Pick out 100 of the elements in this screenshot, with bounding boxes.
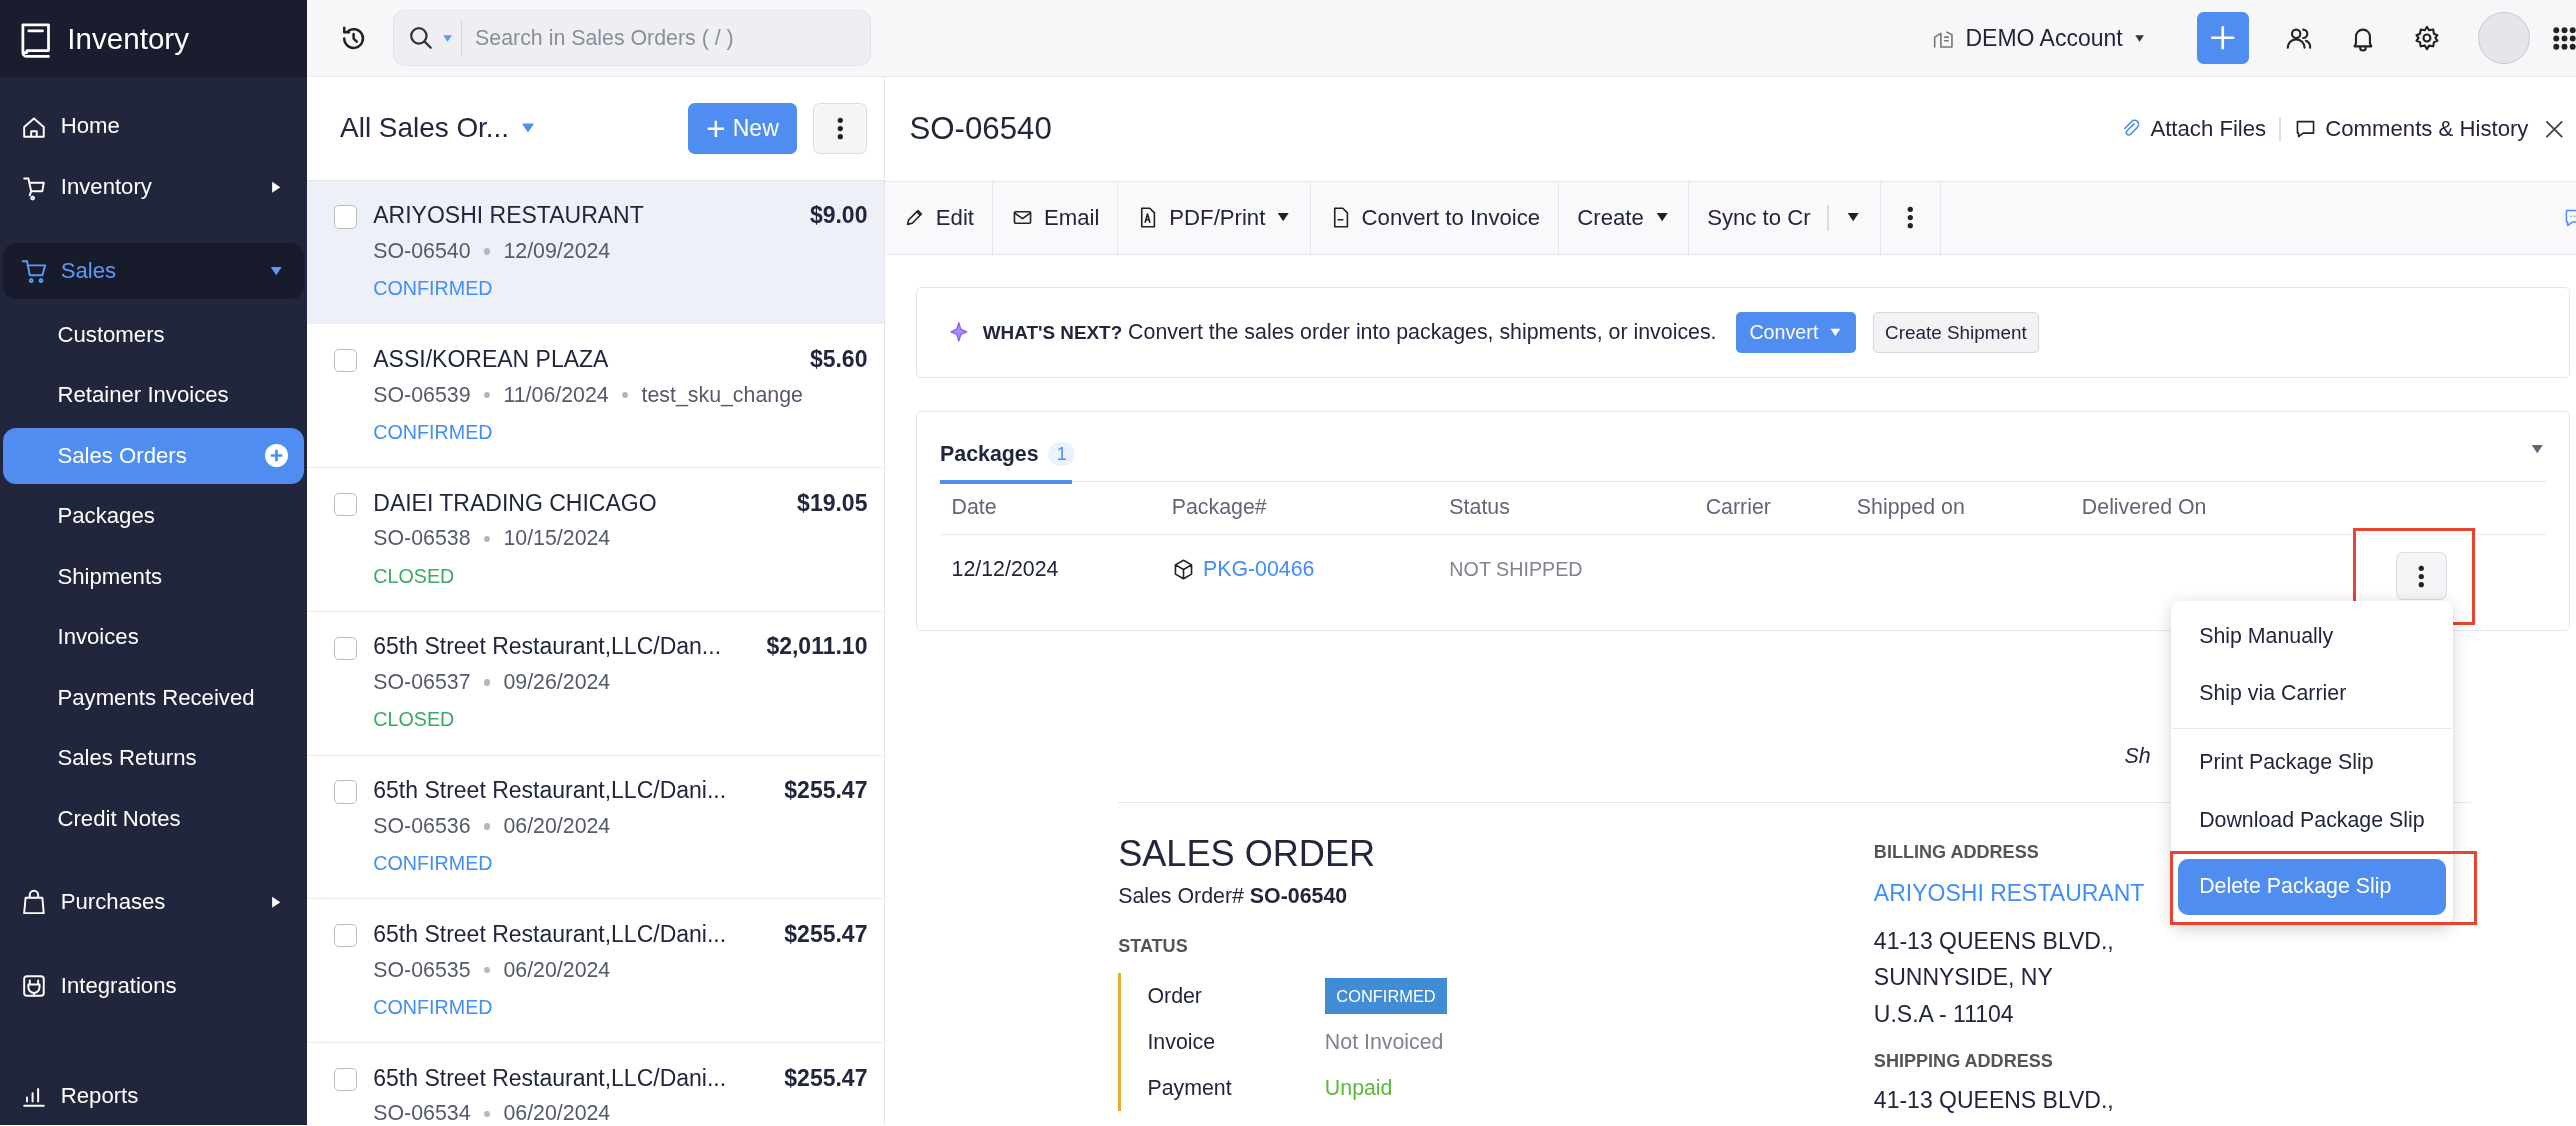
- account-switcher[interactable]: DEMO Account: [1965, 24, 2123, 52]
- order-amount: $255.47: [784, 920, 868, 948]
- order-row[interactable]: 65th Street Restaurant,LLC/Dani... $255.47 SO-06534 06/20/2024: [307, 1043, 884, 1126]
- plus-circle-icon: [264, 444, 288, 468]
- checkbox[interactable]: [333, 492, 357, 517]
- order-status: CONFIRMED: [373, 420, 494, 444]
- nav-item[interactable]: Home: [3, 98, 304, 155]
- order-status: CLOSED: [373, 708, 456, 732]
- status-value: Not Invoiced: [1324, 1029, 1444, 1055]
- column-header: Package#: [1171, 495, 1268, 521]
- order-date: 10/15/2024: [503, 526, 611, 552]
- order-row[interactable]: ASSI/KOREAN PLAZA $5.60 SO-06539 11/06/2024 test_sku_change CONFIRMED: [307, 324, 884, 469]
- nav-item[interactable]: Retainer Invoices: [3, 367, 304, 424]
- more-button[interactable]: [813, 103, 868, 154]
- order-number: SO-06539: [373, 382, 471, 408]
- order-number-line: Sales Order# SO-06540: [1118, 884, 1349, 910]
- nav-item[interactable]: Reports: [3, 1067, 304, 1124]
- order-row[interactable]: 65th Street Restaurant,LLC/Dani... $255.47 SO-06536 06/20/2024 CONFIRMED: [307, 755, 884, 900]
- checkbox[interactable]: [333, 1067, 357, 1092]
- column-header: Carrier: [1705, 495, 1772, 521]
- order-number: SO-06538: [373, 526, 471, 552]
- more-icon: [837, 116, 844, 140]
- nav-item[interactable]: Purchases: [3, 874, 304, 930]
- menu-item[interactable]: Ship Manually: [2177, 607, 2446, 666]
- order-row[interactable]: ARIYOSHI RESTAURANT $9.00 SO-06540 12/09/2024 CONFIRMED: [307, 180, 884, 325]
- address-line: 41-13 QUEENS BLVD.,: [1873, 927, 2115, 957]
- toolbar-button[interactable]: Convert to Invoice: [1310, 181, 1560, 254]
- order-title: SO-06540: [909, 110, 1053, 147]
- order-date: 06/20/2024: [503, 813, 611, 839]
- whats-next-text: WHAT'S NEXT? Convert the sales order into packages, shipments, or invoices.: [982, 320, 1717, 346]
- row-menu-button[interactable]: [2396, 552, 2447, 601]
- customer-name: 65th Street Restaurant,LLC/Dani...: [373, 1064, 727, 1092]
- order-date: 06/20/2024: [503, 1101, 611, 1126]
- app-title: Inventory: [67, 21, 189, 56]
- comments-history-link[interactable]: Comments & History: [2280, 115, 2542, 142]
- order-status: CONFIRMED: [373, 995, 494, 1019]
- nav-item[interactable]: Credit Notes: [3, 790, 304, 847]
- checkbox[interactable]: [333, 924, 357, 948]
- nav-item[interactable]: Shipments: [3, 548, 304, 605]
- nav-item[interactable]: Payments Received: [3, 669, 304, 726]
- order-row[interactable]: DAIEI TRADING CHICAGO $19.05 SO-06538 10/15/2024 CLOSED: [307, 468, 884, 612]
- attach-files-link[interactable]: Attach Files: [2106, 115, 2280, 142]
- nav-item[interactable]: Invoices: [3, 609, 304, 666]
- order-row[interactable]: 65th Street Restaurant,LLC/Dani... $255.47 SO-06535 06/20/2024 CONFIRMED: [307, 899, 884, 1044]
- address-line: SUNNYSIDE, NY: [1873, 963, 2054, 993]
- customer-name: 65th Street Restaurant,LLC/Dan...: [373, 633, 722, 661]
- order-amount: $255.47: [784, 1064, 868, 1092]
- order-status: CONFIRMED: [373, 277, 494, 300]
- package-status: NOT SHIPPED: [1449, 558, 1584, 582]
- status-label: Invoice: [1147, 1028, 1217, 1056]
- order-number: SO-06535: [373, 957, 471, 983]
- customer-name: 65th Street Restaurant,LLC/Dani...: [373, 920, 727, 948]
- order-number: SO-06536: [373, 813, 471, 839]
- menu-item[interactable]: Ship via Carrier: [2177, 665, 2446, 723]
- nav-item[interactable]: Sales Returns: [3, 730, 304, 787]
- nav-item[interactable]: Packages: [3, 488, 304, 545]
- order-status: CLOSED: [373, 564, 456, 588]
- nav-item[interactable]: Integrations: [3, 957, 304, 1014]
- apps-grid-icon[interactable]: [2553, 26, 2576, 50]
- status-value: Unpaid: [1324, 1075, 1393, 1101]
- section-heading: SHIPPING ADDRESS: [1873, 1051, 2054, 1073]
- create-shipment-button[interactable]: Create Shipment: [1872, 312, 2040, 354]
- order-number: SO-06540: [373, 238, 471, 264]
- checkbox[interactable]: [333, 349, 357, 373]
- checkbox[interactable]: [333, 205, 357, 229]
- toolbar-button[interactable]: PDF/Print: [1118, 181, 1311, 254]
- search-field[interactable]: Search in Sales Orders ( / ): [392, 10, 871, 66]
- checkbox[interactable]: [333, 780, 357, 804]
- nav-item[interactable]: Customers: [3, 307, 304, 363]
- list-title[interactable]: All Sales Or...: [340, 112, 510, 145]
- address-line: 41-13 QUEENS BLVD.,: [1873, 1086, 2115, 1116]
- toolbar-button[interactable]: Create: [1559, 181, 1690, 254]
- order-reference: test_sku_change: [641, 382, 803, 408]
- table-cell-text: 12/12/2024: [951, 557, 1060, 583]
- toolbar-button[interactable]: Edit: [884, 181, 994, 254]
- address-line: U.S.A - 11104: [1873, 999, 2015, 1029]
- status-label: Payment: [1147, 1074, 1233, 1102]
- nav-item[interactable]: Inventory: [3, 159, 304, 216]
- order-amount: $5.60: [809, 345, 868, 373]
- section-heading: BILLING ADDRESS: [1873, 842, 2040, 864]
- packages-tab[interactable]: Packages 1: [940, 441, 1072, 484]
- customer-name: ARIYOSHI RESTAURANT: [373, 202, 644, 230]
- checkbox[interactable]: [333, 636, 357, 660]
- order-number: SO-06534: [373, 1101, 471, 1126]
- nav-item[interactable]: Sales: [3, 243, 304, 299]
- status-value: CONFIRMED: [1324, 978, 1448, 1014]
- menu-item[interactable]: Print Package Slip: [2177, 734, 2446, 792]
- document-title: SALES ORDER: [1118, 832, 1377, 875]
- status-label: Order: [1147, 982, 1203, 1010]
- customer-name: ASSI/KOREAN PLAZA: [373, 345, 609, 373]
- add-button[interactable]: [2196, 11, 2250, 65]
- toolbar-button[interactable]: Email: [993, 181, 1119, 254]
- order-amount: $2,011.10: [766, 633, 868, 661]
- plus-icon: [706, 118, 727, 139]
- sync-button[interactable]: Sync to Cr: [1707, 204, 1811, 231]
- menu-item[interactable]: Download Package Slip: [2177, 791, 2446, 850]
- column-header: Date: [951, 495, 998, 521]
- column-header: Delivered On: [2081, 495, 2208, 521]
- column-header: Status: [1449, 495, 1511, 521]
- order-row[interactable]: 65th Street Restaurant,LLC/Dan... $2,011.10 SO-06537 09/26/2024 CLOSED: [307, 611, 884, 756]
